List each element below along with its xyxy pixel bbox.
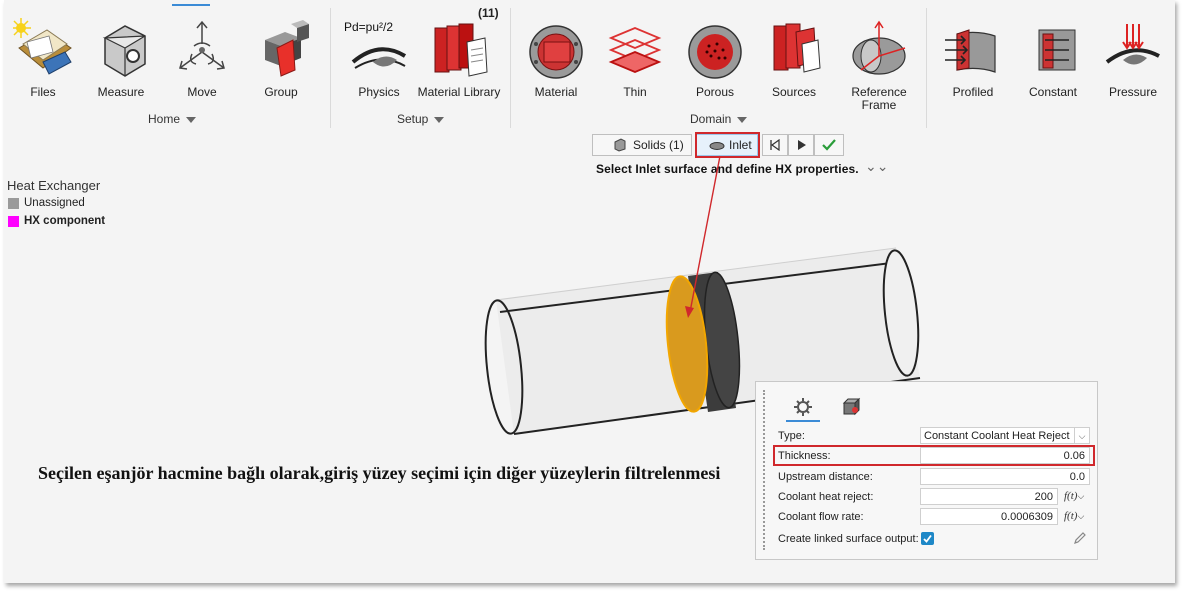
coolant-flow-rate-input[interactable]: 0.0006309 [920, 508, 1058, 525]
linked-surface-output-checkbox[interactable] [921, 532, 934, 545]
coolant-heat-reject-label: Coolant heat reject: [778, 491, 874, 503]
thickness-highlight-box [773, 445, 1095, 466]
linked-surface-output-label: Create linked surface output: [778, 533, 919, 545]
checkmark-icon [923, 534, 932, 543]
type-label: Type: [778, 430, 805, 442]
annotation-caption: Seçilen eşanjör hacmine bağlı olarak,gir… [38, 463, 721, 483]
function-of-time-button[interactable]: f(t)⌵ [1064, 510, 1084, 522]
coolant-flow-rate-row: Coolant flow rate: 0.0006309 f(t)⌵ [775, 508, 1090, 527]
active-tab-indicator [786, 420, 820, 422]
panel-grip[interactable] [763, 390, 767, 550]
upstream-distance-input[interactable]: 0.0 [920, 468, 1090, 485]
hx-properties-panel: Type: Constant Coolant Heat Reject ⌵ Thi… [755, 381, 1098, 560]
application-window: Files Measure Move Group Home Pd=pu²/2 P… [4, 0, 1175, 583]
surface-settings-tab[interactable] [840, 396, 862, 418]
chevron-down-icon: ⌵ [1077, 511, 1085, 521]
fx-label: f(t) [1064, 490, 1078, 502]
upstream-distance-label: Upstream distance: [778, 471, 873, 483]
chevron-down-icon: ⌵ [1077, 491, 1085, 501]
chevron-down-icon: ⌵ [1074, 428, 1089, 443]
type-value: Constant Coolant Heat Reject [924, 430, 1070, 442]
fx-label: f(t) [1064, 510, 1078, 522]
gear-icon [794, 398, 812, 416]
function-of-time-button[interactable]: f(t)⌵ [1064, 490, 1084, 502]
coolant-heat-reject-row: Coolant heat reject: 200 f(t)⌵ [775, 488, 1090, 507]
type-select[interactable]: Constant Coolant Heat Reject ⌵ [920, 427, 1090, 444]
coolant-heat-reject-input[interactable]: 200 [920, 488, 1058, 505]
pencil-icon[interactable] [1073, 531, 1087, 545]
coolant-flow-rate-label: Coolant flow rate: [778, 511, 864, 523]
solid-surface-icon [842, 397, 861, 416]
type-row: Type: Constant Coolant Heat Reject ⌵ [775, 427, 1090, 446]
upstream-distance-row: Upstream distance: 0.0 [775, 468, 1090, 487]
properties-tab[interactable] [786, 396, 820, 422]
linked-surface-output-row: Create linked surface output: [775, 530, 1090, 549]
